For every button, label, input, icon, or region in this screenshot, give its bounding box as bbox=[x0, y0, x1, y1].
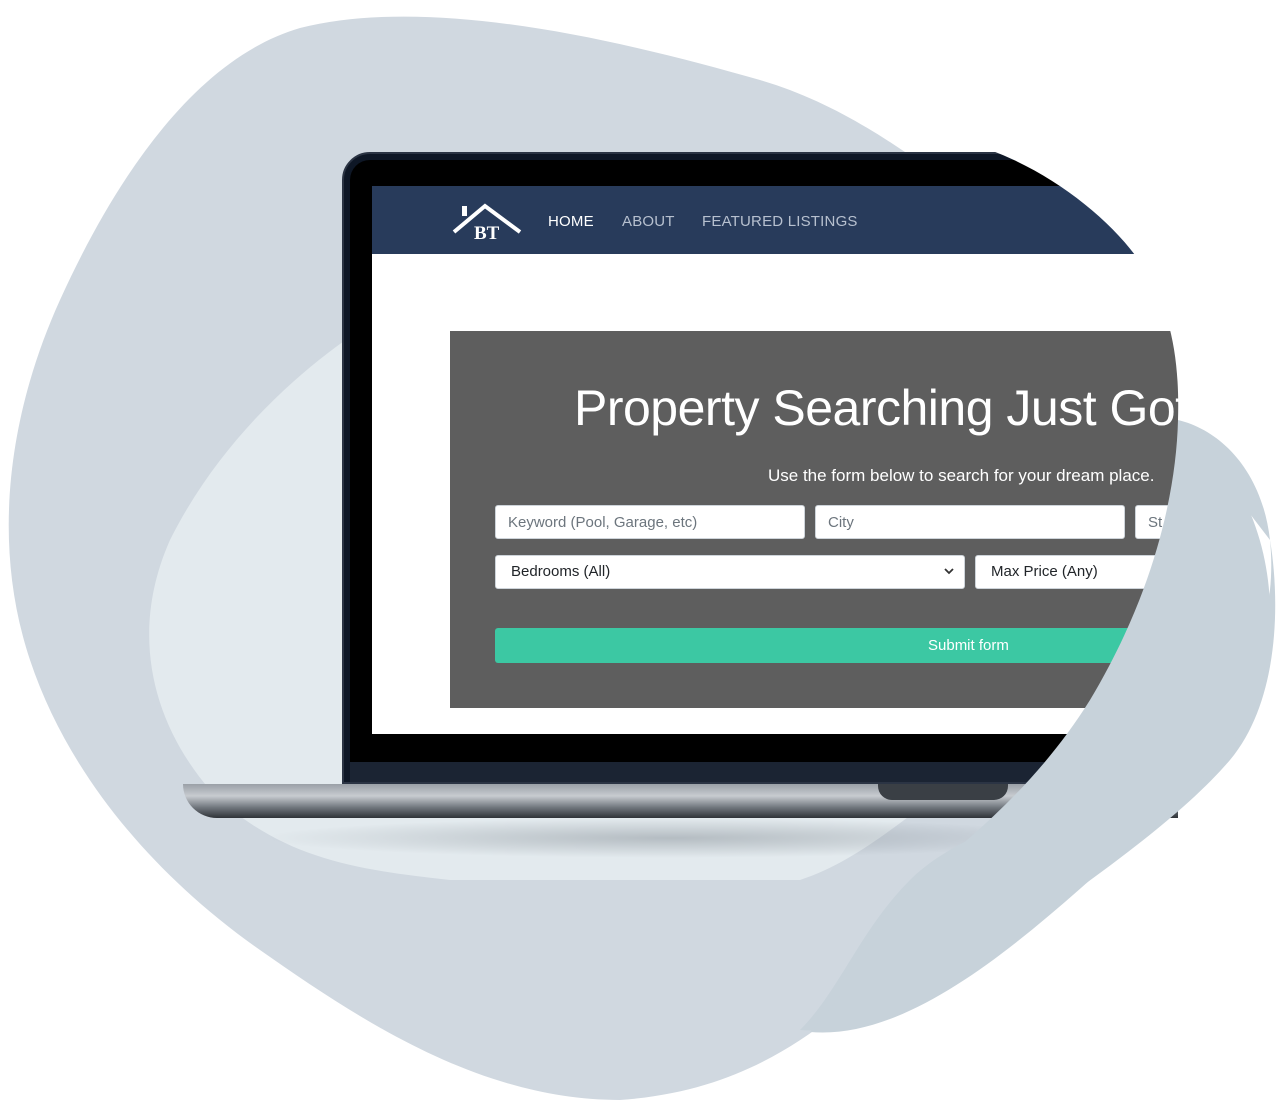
keyword-input[interactable] bbox=[495, 505, 805, 539]
nav-featured-listings-link[interactable]: FEATURED LISTINGS bbox=[702, 213, 858, 230]
submit-button-label: Submit form bbox=[928, 637, 1009, 654]
submit-button[interactable]: Submit form bbox=[495, 628, 1280, 663]
nav-home-link[interactable]: HOME bbox=[548, 213, 594, 230]
search-hero: Property Searching Just Got Use the form… bbox=[450, 331, 1280, 708]
laptop-notch bbox=[878, 784, 1008, 800]
website-screen: BT HOME ABOUT FEATURED LISTINGS Property… bbox=[372, 186, 1280, 734]
nav-about-link[interactable]: ABOUT bbox=[622, 213, 675, 230]
bedrooms-select-value: Bedrooms (All) bbox=[511, 563, 611, 580]
laptop-mockup: BT HOME ABOUT FEATURED LISTINGS Property… bbox=[0, 0, 1280, 1100]
hero-title: Property Searching Just Got bbox=[574, 380, 1189, 436]
house-roof-icon[interactable]: BT bbox=[452, 200, 522, 242]
logo-text: BT bbox=[474, 223, 500, 242]
hero-subtitle: Use the form below to search for your dr… bbox=[768, 466, 1155, 485]
max-price-select[interactable]: Max Price (Any) bbox=[975, 555, 1280, 589]
chevron-down-icon bbox=[944, 568, 954, 575]
laptop-base bbox=[183, 784, 1280, 818]
state-input[interactable] bbox=[1135, 505, 1280, 539]
lid-bottom-strip bbox=[350, 762, 1280, 782]
city-input[interactable] bbox=[815, 505, 1125, 539]
max-price-select-value: Max Price (Any) bbox=[991, 563, 1098, 580]
bedrooms-select[interactable]: Bedrooms (All) bbox=[495, 555, 965, 589]
navbar: BT HOME ABOUT FEATURED LISTINGS bbox=[372, 186, 1280, 254]
laptop-shadow bbox=[260, 818, 1080, 858]
